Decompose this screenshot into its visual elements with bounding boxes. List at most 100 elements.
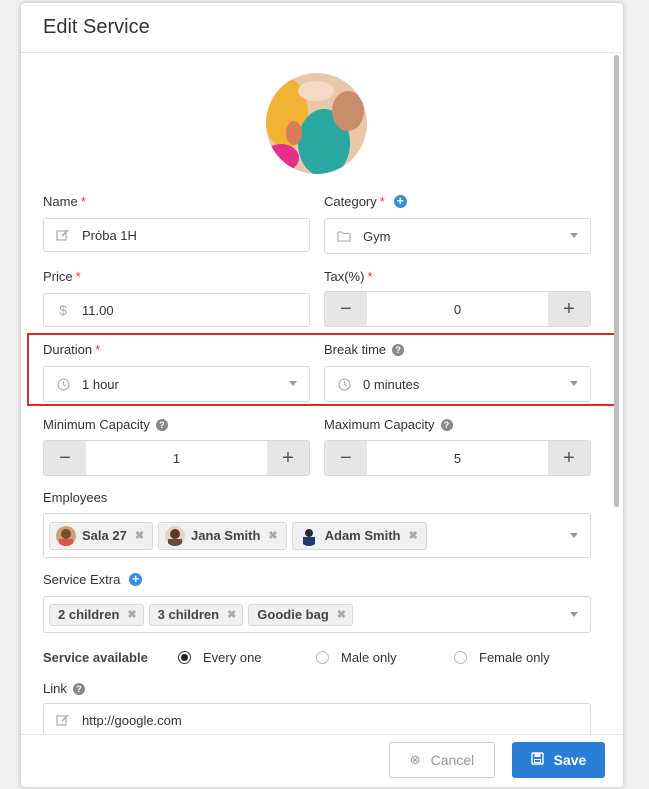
name-label-text: Name (43, 194, 78, 209)
extra-tag[interactable]: Goodie bag ✖ (248, 603, 353, 626)
employee-tag[interactable]: Sala 27 ✖ (49, 521, 154, 550)
price-label: Price * (43, 269, 81, 284)
cancel-button[interactable]: ⊗ Cancel (389, 742, 495, 778)
max-capacity-increment-button[interactable]: + (548, 441, 590, 475)
modal-header: Edit Service (21, 3, 623, 53)
close-icon[interactable]: ✖ (227, 608, 236, 621)
chevron-down-icon (570, 381, 578, 386)
help-icon[interactable]: ? (72, 682, 85, 695)
duration-label: Duration * (43, 342, 100, 357)
extra-tag[interactable]: 3 children ✖ (148, 603, 244, 626)
extra-tag-label: Goodie bag (257, 607, 329, 622)
price-field[interactable]: $ 11.00 (43, 293, 310, 327)
required-mark: * (80, 194, 86, 209)
duration-value: 1 hour (82, 376, 119, 392)
folder-icon (325, 230, 363, 242)
max-capacity-value[interactable]: 5 (367, 441, 548, 475)
category-label-text: Category (324, 194, 377, 209)
radio-icon (316, 651, 329, 664)
price-label-text: Price (43, 269, 73, 284)
clock-icon (44, 377, 82, 391)
radio-female-only[interactable]: Female only (454, 650, 550, 665)
service-extra-label-text: Service Extra (43, 572, 121, 587)
tax-decrement-button[interactable]: − (325, 292, 367, 326)
max-capacity-label: Maximum Capacity ? (324, 417, 453, 432)
radio-label: Male only (341, 650, 397, 665)
extra-tag-label: 2 children (58, 607, 120, 622)
edit-service-modal: Edit Service Name * Próba 1H Category * … (21, 3, 623, 787)
close-icon[interactable]: ✖ (127, 608, 136, 621)
category-select[interactable]: Gym (324, 218, 591, 254)
break-time-label: Break time ? (324, 342, 405, 357)
max-capacity-stepper: − 5 + (324, 440, 591, 476)
clock-icon (325, 377, 363, 391)
close-icon[interactable]: ✖ (408, 529, 417, 542)
close-icon[interactable]: ✖ (337, 608, 346, 621)
cancel-icon: ⊗ (409, 752, 421, 767)
radio-male-only[interactable]: Male only (316, 650, 397, 665)
required-mark: * (367, 269, 373, 284)
service-extra-label: Service Extra + (43, 572, 143, 587)
required-mark: * (379, 194, 385, 209)
help-icon[interactable]: ? (440, 418, 453, 431)
service-available-label-text: Service available (43, 650, 148, 665)
duration-label-text: Duration (43, 342, 93, 357)
name-value: Próba 1H (82, 227, 137, 243)
help-icon[interactable]: ? (392, 343, 405, 356)
save-button[interactable]: Save (512, 742, 605, 778)
cancel-label: Cancel (430, 752, 475, 768)
avatar (165, 525, 186, 546)
price-value: 11.00 (82, 302, 114, 318)
radio-icon (454, 651, 467, 664)
radio-every-one[interactable]: Every one (178, 650, 262, 665)
edit-icon (44, 713, 82, 727)
min-capacity-stepper: − 1 + (43, 440, 310, 476)
min-capacity-label: Minimum Capacity ? (43, 417, 168, 432)
category-value: Gym (363, 228, 391, 244)
radio-label: Female only (479, 650, 550, 665)
name-label: Name * (43, 194, 86, 209)
radio-label: Every one (203, 650, 262, 665)
chevron-down-icon (289, 381, 297, 386)
avatar (298, 525, 319, 546)
max-capacity-decrement-button[interactable]: − (325, 441, 367, 475)
employees-select[interactable]: Sala 27 ✖ Jana Smith ✖ Adam Smith ✖ (43, 513, 591, 558)
employee-tag-label: Jana Smith (191, 528, 261, 543)
service-extra-select[interactable]: 2 children ✖ 3 children ✖ Goodie bag ✖ (43, 596, 591, 633)
tax-stepper: − 0 + (324, 291, 591, 327)
required-mark: * (95, 342, 101, 357)
close-icon[interactable]: ✖ (135, 529, 144, 542)
service-available-label: Service available (43, 650, 148, 665)
min-capacity-increment-button[interactable]: + (267, 441, 309, 475)
add-extra-icon[interactable]: + (129, 573, 143, 586)
scrollbar[interactable] (614, 55, 619, 507)
tax-label-text: Tax(%) (324, 269, 365, 284)
min-capacity-value[interactable]: 1 (86, 441, 267, 475)
radio-selected-icon (178, 651, 191, 664)
service-image[interactable] (266, 73, 367, 174)
name-field[interactable]: Próba 1H (43, 218, 310, 252)
avatar (56, 525, 76, 546)
duration-select[interactable]: 1 hour (43, 366, 310, 402)
tax-increment-button[interactable]: + (548, 292, 590, 326)
tax-value[interactable]: 0 (367, 292, 548, 326)
employee-tag[interactable]: Jana Smith ✖ (158, 521, 287, 550)
employees-label-text: Employees (43, 490, 108, 505)
add-category-icon[interactable]: + (393, 195, 407, 208)
min-capacity-label-text: Minimum Capacity (43, 417, 150, 432)
max-capacity-label-text: Maximum Capacity (324, 417, 435, 432)
save-icon (530, 752, 544, 768)
employee-tag[interactable]: Adam Smith ✖ (291, 521, 427, 550)
link-field[interactable]: http://google.com (43, 703, 591, 735)
extra-tag-label: 3 children (157, 607, 220, 622)
close-icon[interactable]: ✖ (268, 529, 277, 542)
edit-icon (44, 228, 82, 242)
min-capacity-decrement-button[interactable]: − (44, 441, 86, 475)
break-time-select[interactable]: 0 minutes (324, 366, 591, 402)
help-icon[interactable]: ? (155, 418, 168, 431)
extra-tag[interactable]: 2 children ✖ (49, 603, 144, 626)
employees-label: Employees (43, 490, 107, 505)
link-label: Link ? (43, 681, 85, 696)
dollar-icon: $ (59, 302, 67, 318)
employee-tag-label: Sala 27 (82, 528, 127, 543)
